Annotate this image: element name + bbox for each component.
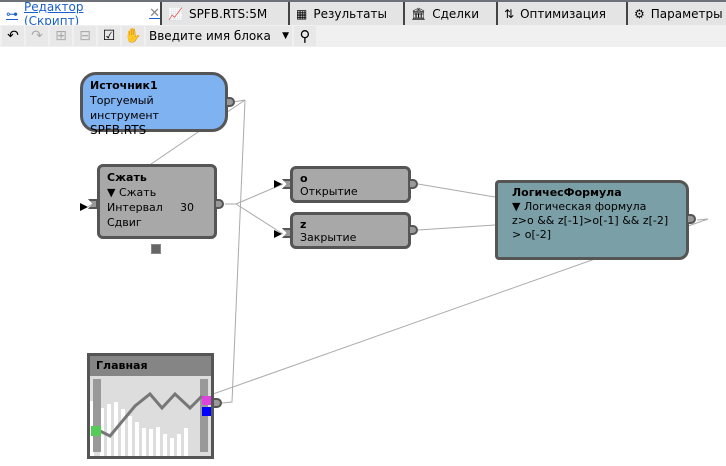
input-port[interactable]	[88, 199, 98, 209]
redo-icon[interactable]: ↷	[26, 26, 48, 46]
tab-chart[interactable]: 📈 SPFB.RTS:5M	[162, 2, 290, 25]
dropdown-icon[interactable]: ▼	[512, 200, 524, 213]
node-formula[interactable]: ЛогичесФормула ▼ Логическая формула z>o …	[495, 180, 689, 260]
close-icon[interactable]: ✕	[149, 6, 160, 21]
chevron-down-icon[interactable]: ▼	[282, 31, 289, 41]
wire	[225, 183, 284, 205]
wire	[417, 183, 496, 198]
hand-icon[interactable]: ✋	[122, 26, 144, 46]
wire	[235, 203, 284, 235]
input-port[interactable]	[282, 228, 292, 238]
undo-icon[interactable]: ↶	[2, 26, 24, 46]
tab-editor[interactable]: ⊶ Редактор (Скрипт) ✕	[0, 0, 162, 28]
output-port[interactable]	[408, 225, 418, 235]
gear-icon: ⚙	[634, 6, 645, 21]
ungroup-icon[interactable]: ⊟	[74, 26, 96, 46]
tab-deals[interactable]: 🏛 Сделки	[405, 2, 498, 25]
output-port[interactable]	[686, 214, 696, 224]
tab-parameters[interactable]: ⚙ Параметры	[628, 2, 726, 25]
arrow-icon	[274, 180, 282, 188]
tab-bar: ⊶ Редактор (Скрипт) ✕ 📈 SPFB.RTS:5M ▦ Резуль…	[0, 0, 726, 28]
bank-icon: 🏛	[411, 6, 427, 21]
menu-icon[interactable]	[151, 244, 161, 254]
tab-results[interactable]: ▦ Результаты	[290, 2, 405, 25]
checklist-icon[interactable]: ☑	[98, 26, 120, 46]
output-port[interactable]	[408, 179, 418, 189]
wire	[221, 99, 246, 404]
arrow-icon	[274, 230, 282, 238]
sliders-icon: ⇅	[504, 6, 515, 21]
toolbar: ↶ ↷ ⊞ ⊟ ☑ ✋ Введите имя блока ▼ ⚲	[0, 25, 726, 47]
tab-optimization[interactable]: ⇅ Оптимизация	[498, 2, 628, 25]
output-port[interactable]	[214, 199, 224, 209]
chart-icon: 📈	[168, 6, 183, 21]
node-source[interactable]: Источник1 Торгуемый инструмент SPFB.RTS	[80, 72, 228, 137]
input-port[interactable]	[282, 179, 292, 189]
table-icon: ▦	[296, 6, 308, 21]
node-main[interactable]: Главная	[87, 353, 214, 459]
block-search-combo[interactable]: Введите имя блока ▼	[146, 26, 292, 46]
diagram-icon: ⊶	[6, 6, 18, 21]
group-icon[interactable]: ⊞	[50, 26, 72, 46]
wire	[417, 224, 496, 231]
chart-preview-icon	[90, 379, 211, 456]
node-open[interactable]: o Открытие	[290, 166, 411, 203]
node-compress[interactable]: Сжать ▼ Сжать Интервал 30 Сдвиг	[97, 164, 217, 239]
node-close[interactable]: z Закрытие	[290, 212, 411, 249]
diagram-canvas[interactable]: Источник1 Торгуемый инструмент SPFB.RTS …	[0, 47, 726, 466]
arrow-icon	[80, 203, 88, 211]
output-port[interactable]	[225, 97, 235, 107]
output-port[interactable]	[212, 398, 222, 408]
search-icon[interactable]: ⚲	[294, 26, 316, 46]
dropdown-icon[interactable]: ▼	[107, 186, 119, 199]
